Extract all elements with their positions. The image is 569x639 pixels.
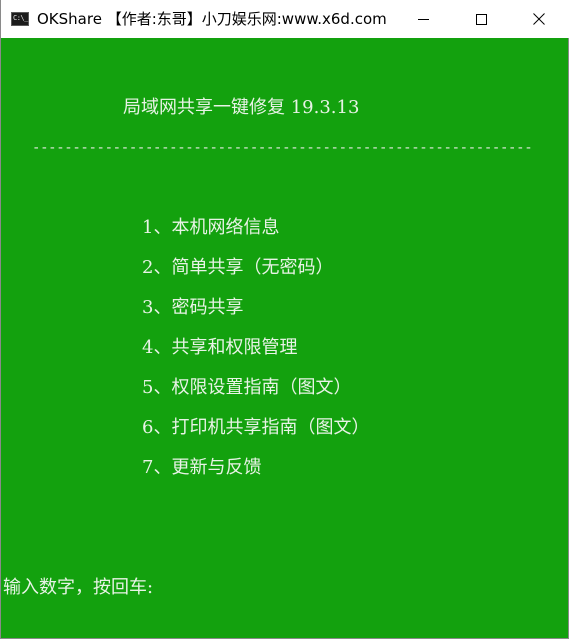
title-bar[interactable]: C:\_ OKShare 【作者:东哥】小刀娱乐网:www.x6d.com [1,0,569,38]
menu-item-permission-guide: 5、权限设置指南（图文） [142,377,352,398]
app-heading: 局域网共享一键修复 19.3.13 [123,97,360,118]
console-app-icon[interactable]: C:\_ [11,12,29,26]
console-app-icon-label: C:\_ [13,14,28,22]
menu-item-update-feedback: 7、更新与反馈 [142,457,262,478]
menu-item-simple-share: 2、简单共享（无密码） [142,257,334,278]
menu-item-network-info: 1、本机网络信息 [142,217,280,238]
separator-line: ----------------------------------------… [32,140,533,156]
maximize-icon [475,13,487,25]
menu-item-password-share: 3、密码共享 [142,297,244,318]
console-output[interactable]: 局域网共享一键修复 19.3.13 ----------------------… [2,38,569,639]
menu-list: 1、本机网络信息 2、简单共享（无密码） 3、密码共享 4、共享和权限管理 5、… [142,216,369,496]
minimize-button[interactable] [394,0,452,38]
input-prompt[interactable]: 输入数字，按回车: [3,576,153,600]
maximize-button[interactable] [452,0,510,38]
menu-item-share-permissions: 4、共享和权限管理 [142,337,298,358]
close-icon [533,13,545,25]
window-title: OKShare 【作者:东哥】小刀娱乐网:www.x6d.com [37,10,387,28]
menu-item-printer-share-guide: 6、打印机共享指南（图文） [142,417,370,438]
minimize-icon [417,18,429,20]
console-window: C:\_ OKShare 【作者:东哥】小刀娱乐网:www.x6d.com 局域… [0,0,569,639]
close-button[interactable] [510,0,568,38]
